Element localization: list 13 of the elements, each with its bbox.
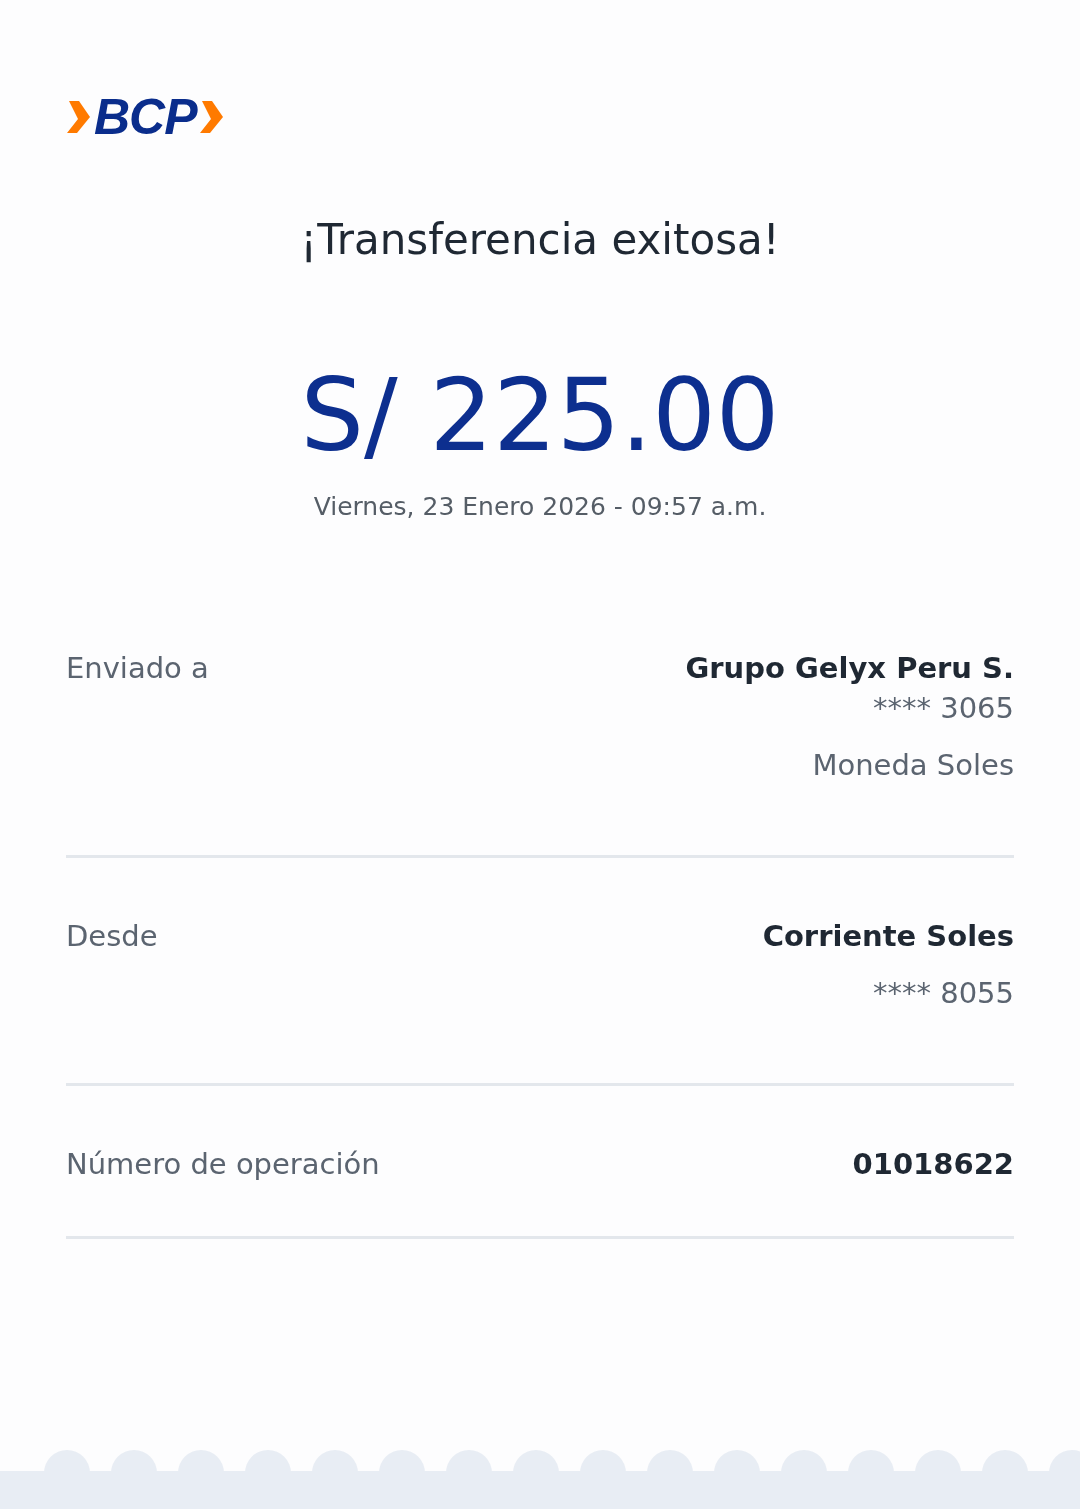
- success-title: ¡Transferencia exitosa!: [300, 214, 780, 266]
- detail-subtext: **** 8055: [872, 975, 1014, 1012]
- detail-label: Número de operación: [66, 1146, 380, 1183]
- detail-subtext: Moneda Soles: [812, 747, 1014, 784]
- detail-subtext: **** 3065: [872, 690, 1014, 727]
- amount: S/ 225.00: [300, 358, 780, 474]
- detail-label: Enviado a: [66, 650, 209, 687]
- date-time: Viernes, 23 Enero 2026 - 09:57 a.m.: [313, 491, 767, 523]
- logo-text: BCP: [94, 92, 197, 142]
- detail-value: Corriente Soles: [762, 918, 1014, 955]
- detail-label: Desde: [66, 918, 158, 955]
- detail-value: Grupo Gelyx Peru S.: [685, 650, 1014, 687]
- detail-value: 01018622: [852, 1146, 1014, 1183]
